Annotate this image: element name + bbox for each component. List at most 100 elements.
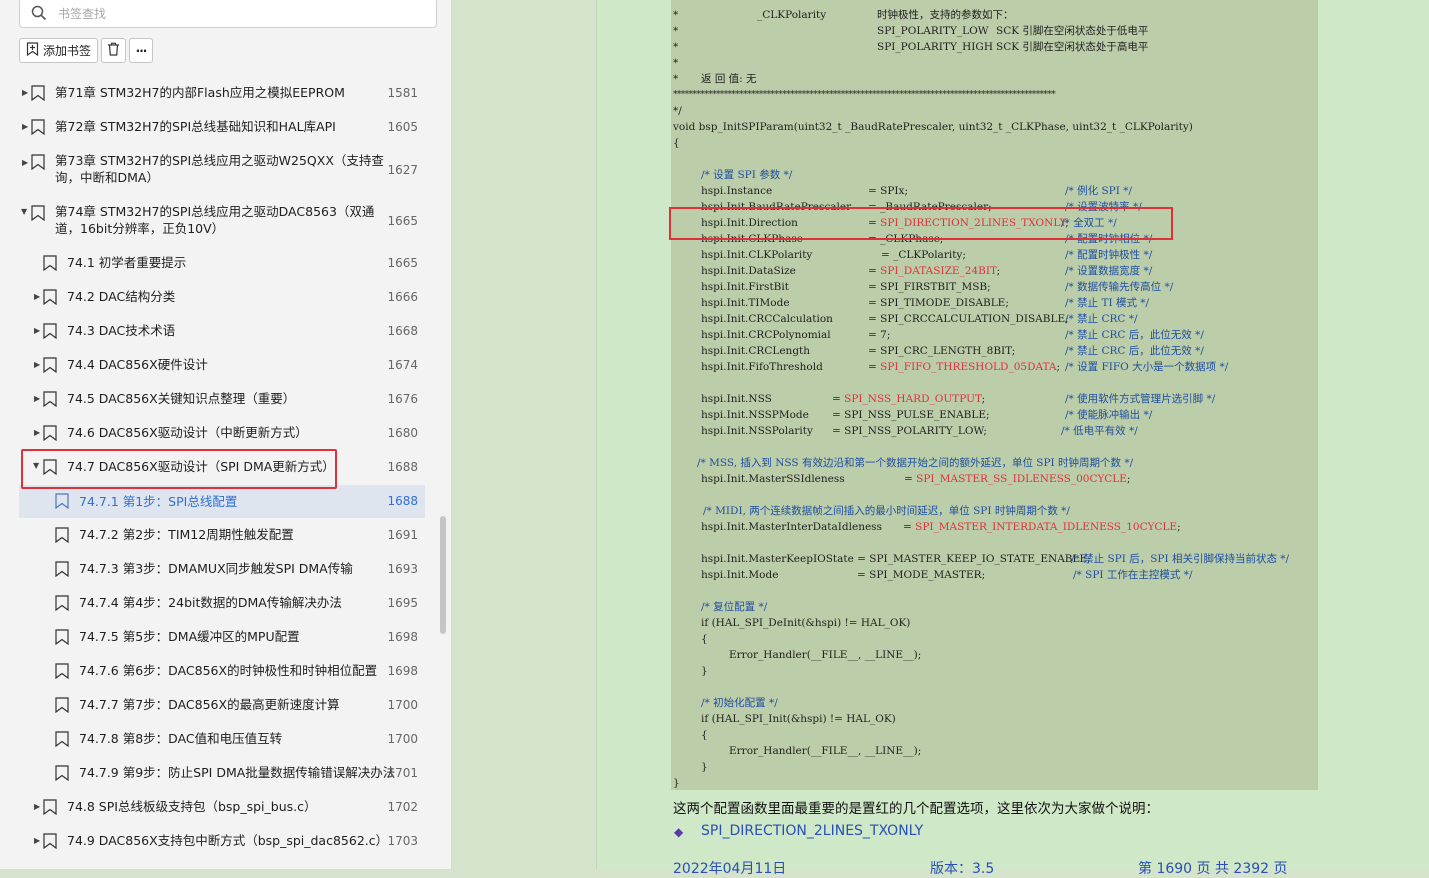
- bookmark-icon: [55, 493, 69, 509]
- add-bookmark-button[interactable]: 添加书签: [19, 38, 98, 63]
- bookmark-item[interactable]: ▶ 74.8 SPI总线板级支持包（bsp_spi_bus.c） 1702: [19, 790, 425, 824]
- bookmark-icon: [55, 629, 69, 645]
- bookmark-icon: [43, 255, 57, 271]
- bookmark-icon: [55, 663, 69, 679]
- bookmark-label: 74.7.8 第8步：DAC值和电压值互转: [79, 731, 283, 746]
- code-line: ****************************************…: [673, 90, 1056, 100]
- bookmark-page: 1700: [387, 732, 418, 746]
- bookmark-item-selected[interactable]: 74.7.1 第1步：SPI总线配置 1688: [19, 485, 425, 518]
- bookmark-item[interactable]: ▶ 74.4 DAC856X硬件设计 1674: [19, 348, 425, 382]
- bookmark-page: 1700: [387, 698, 418, 712]
- bookmark-label: 74.7.3 第3步：DMAMUX同步触发SPI DMA传输: [79, 561, 353, 576]
- collapse-arrow-icon[interactable]: ▼: [21, 207, 27, 216]
- code-line: }: [701, 665, 708, 677]
- bookmark-item[interactable]: ▶ 74.2 DAC结构分类 1666: [19, 280, 425, 314]
- bookmark-item[interactable]: ▶ 74.6 DAC856X驱动设计（中断更新方式） 1680: [19, 416, 425, 450]
- code-comment: /* 设置 SPI 参数 */: [701, 169, 793, 181]
- code-line: * 返 回 值: 无: [673, 73, 757, 85]
- code-line: Error_Handler(__FILE__, __LINE__);: [729, 649, 922, 661]
- bookmark-label: 74.7.1 第1步：SPI总线配置: [79, 494, 238, 509]
- code-line: *: [673, 57, 679, 69]
- code-comment: /* 初始化配置 */: [701, 697, 778, 709]
- bookmark-item[interactable]: 74.1 初学者重要提示 1665: [19, 246, 425, 280]
- bookmark-item[interactable]: ▶ 第73章 STM32H7的SPI总线应用之驱动W25QXX（支持查询，中断和…: [19, 146, 425, 192]
- bookmark-icon: [55, 697, 69, 713]
- bookmark-page: 1691: [387, 528, 418, 542]
- expand-arrow-icon[interactable]: ▶: [34, 292, 40, 301]
- code-line: hspi.Init.NSSPMode = SPI_NSS_PULSE_ENABLE…: [701, 409, 1153, 421]
- bookmark-page: 1627: [387, 163, 418, 177]
- bookmark-page: 1701: [387, 766, 418, 780]
- bookmark-icon: [43, 799, 57, 815]
- bookmark-page: 1674: [387, 358, 418, 372]
- code-line: hspi.Init.CRCPolynomial = 7;/* 禁止 CRC 后，此…: [701, 329, 1204, 341]
- code-line: hspi.Init.TIMode = SPI_TIMODE_DISABLE;/* …: [701, 297, 1150, 309]
- bookmark-item[interactable]: 74.7.9 第9步：防止SPI DMA批量数据传输错误解决办法 1701: [19, 756, 425, 790]
- bullet-item-text: SPI_DIRECTION_2LINES_TXONLY: [701, 823, 924, 839]
- expand-arrow-icon[interactable]: ▶: [34, 802, 40, 811]
- expand-arrow-icon[interactable]: ▶: [34, 360, 40, 369]
- bookmark-page: 1605: [387, 120, 418, 134]
- description-text: 这两个配置函数里面最重要的是置红的几个配置选项，这里依次为大家做个说明：: [673, 801, 1159, 817]
- code-line: hspi.Init.FifoThreshold = SPI_FIFO_THRESH…: [701, 361, 1229, 373]
- bookmark-item[interactable]: 74.7.4 第4步：24bit数据的DMA传输解决办法 1695: [19, 586, 425, 620]
- bookmark-search-box[interactable]: [19, 0, 437, 28]
- bookmark-item[interactable]: ▶ 第71章 STM32H7的内部Flash应用之模拟EEPROM 1581: [19, 76, 425, 110]
- bookmark-item[interactable]: 74.7.3 第3步：DMAMUX同步触发SPI DMA传输 1693: [19, 552, 425, 586]
- bookmark-item[interactable]: 74.7.6 第6步：DAC856X的时钟极性和时钟相位配置 1698: [19, 654, 425, 688]
- bookmark-item[interactable]: ▶ 74.9 DAC856X支持包中断方式（bsp_spi_dac8562.c）…: [19, 824, 425, 858]
- code-line: if (HAL_SPI_DeInit(&hspi) != HAL_OK): [701, 617, 911, 629]
- bookmark-label: 74.7.4 第4步：24bit数据的DMA传输解决办法: [79, 595, 342, 610]
- footer-page-info: 第 1690 页 共 2392 页: [1138, 861, 1288, 877]
- bookmark-item[interactable]: 74.7.8 第8步：DAC值和电压值互转 1700: [19, 722, 425, 756]
- expand-arrow-icon[interactable]: ▶: [34, 326, 40, 335]
- code-line: hspi.Init.FirstBit = SPI_FIRSTBIT_MSB;/* …: [701, 281, 1174, 293]
- bookmark-icon: [43, 425, 57, 441]
- bookmark-item[interactable]: 74.7.2 第2步：TIM12周期性触发配置 1691: [19, 518, 425, 552]
- code-line: hspi.Init.Mode = SPI_MODE_MASTER;/* SPI 工…: [701, 569, 1193, 581]
- bookmark-search-input[interactable]: [56, 3, 430, 25]
- bookmark-label: 74.1 初学者重要提示: [67, 255, 187, 270]
- highlight-box: [669, 207, 1173, 240]
- expand-arrow-icon[interactable]: ▶: [34, 836, 40, 845]
- bookmark-page: 1702: [387, 800, 418, 814]
- more-options-button[interactable]: ···: [129, 38, 153, 63]
- highlight-box: [21, 449, 337, 489]
- expand-arrow-icon[interactable]: ▶: [22, 88, 28, 97]
- bookmark-page: 1695: [387, 596, 418, 610]
- code-line: hspi.Init.CRCCalculation = SPI_CRCCALCULA…: [701, 313, 1138, 325]
- bookmark-item[interactable]: 74.7.7 第7步：DAC856X的最高更新速度计算 1700: [19, 688, 425, 722]
- bookmark-item[interactable]: 74.7.5 第5步：DMA缓冲区的MPU配置 1698: [19, 620, 425, 654]
- bookmark-page: 1693: [387, 562, 418, 576]
- add-bookmark-label: 添加书签: [42, 44, 91, 58]
- bookmark-item[interactable]: ▶ 第72章 STM32H7的SPI总线基础知识和HAL库API 1605: [19, 110, 425, 144]
- bookmark-label: 74.6 DAC856X驱动设计（中断更新方式）: [67, 425, 308, 440]
- bookmark-icon: [55, 765, 69, 781]
- bookmark-icon: [55, 595, 69, 611]
- bookmark-item[interactable]: ▼ 第74章 STM32H7的SPI总线应用之驱动DAC8563（双通道，16b…: [19, 197, 425, 243]
- bookmark-item[interactable]: ▶ 74.3 DAC技术术语 1668: [19, 314, 425, 348]
- bookmark-label: 74.7.9 第9步：防止SPI DMA批量数据传输错误解决办法: [79, 765, 396, 780]
- expand-arrow-icon[interactable]: ▶: [34, 394, 40, 403]
- bookmark-icon: [43, 357, 57, 373]
- bookmark-item[interactable]: ▶ 74.5 DAC856X关键知识点整理（重要） 1676: [19, 382, 425, 416]
- code-line: hspi.Init.NSS = SPI_NSS_HARD_OUTPUT;/* 使用…: [701, 393, 1216, 405]
- bookmark-label: 74.7.2 第2步：TIM12周期性触发配置: [79, 527, 294, 542]
- bookmark-label: 74.7.5 第5步：DMA缓冲区的MPU配置: [79, 629, 300, 644]
- expand-arrow-icon[interactable]: ▶: [22, 122, 28, 131]
- code-line: hspi.Init.DataSize = SPI_DATASIZE_24BIT; /…: [701, 265, 1153, 277]
- bookmark-label: 第74章 STM32H7的SPI总线应用之驱动DAC8563（双通道，16bit…: [55, 204, 375, 236]
- bookmark-icon: [43, 289, 57, 305]
- bookmark-page: 1688: [387, 494, 418, 508]
- expand-arrow-icon[interactable]: ▶: [22, 158, 28, 167]
- search-icon: [31, 5, 47, 25]
- sidebar-scrollbar[interactable]: [440, 516, 446, 634]
- bookmark-page: 1665: [387, 256, 418, 270]
- bookmark-icon: [55, 561, 69, 577]
- code-line: hspi.Init.CLKPolarity = _CLKPolarity;/* 配…: [701, 249, 1153, 261]
- expand-arrow-icon[interactable]: ▶: [34, 428, 40, 437]
- footer-version: 版本：3.5: [930, 861, 995, 877]
- code-line: {: [701, 729, 708, 741]
- code-line: hspi.Init.MasterSSIdleness = SPI_MASTER_S…: [701, 473, 1131, 485]
- delete-bookmark-button[interactable]: [101, 38, 126, 63]
